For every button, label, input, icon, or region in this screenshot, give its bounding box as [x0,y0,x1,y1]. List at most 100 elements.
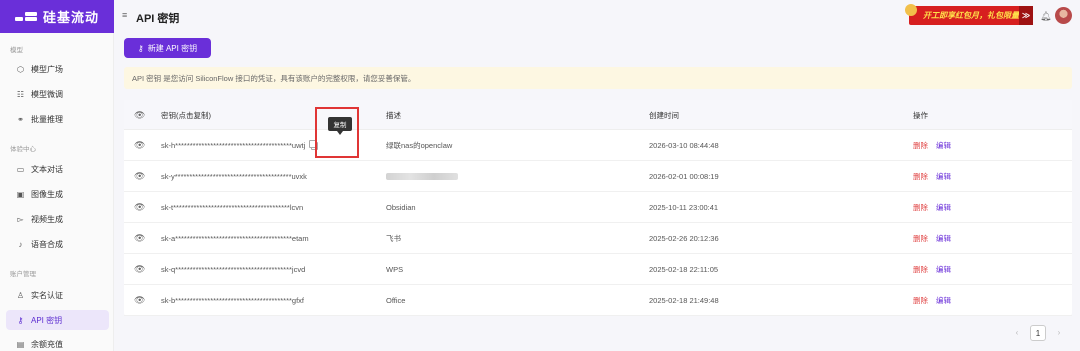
bell-icon[interactable]: 🔔︎ [1040,11,1051,22]
delete-button[interactable]: 删除 [913,171,928,182]
actions-cell: 删除 编辑 [913,130,951,161]
edit-button[interactable]: 编辑 [936,171,951,182]
desc-cell: Office [386,296,406,305]
sidebar-item-label: 图像生成 [31,189,63,199]
menu-toggle-icon[interactable]: ≡ [122,11,130,20]
promo-banner[interactable]: 开工即享红包月，礼包限量 ≫ [905,4,1033,25]
delete-button[interactable]: 删除 [913,140,928,151]
actions-cell: 删除 编辑 [913,192,951,223]
video-icon: ▻ [17,214,24,224]
wallet-icon: ▤ [16,339,25,349]
table-row: 👁︎ sk-y*********************************… [124,161,1072,192]
desc-cell: 绿联nas的openclaw [386,141,453,150]
column-key: 密钥(点击复制) [161,110,211,120]
eye-icon[interactable]: 👁︎ [134,192,145,223]
edit-button[interactable]: 编辑 [936,264,951,275]
created-cell: 2025-02-26 20:12:36 [649,234,719,243]
desc-cell: WPS [386,265,404,274]
brand-logo[interactable]: 硅基流动 [0,0,114,33]
eye-icon[interactable]: 👁︎ [134,130,145,161]
key-text[interactable]: sk-q************************************… [161,265,305,274]
eye-icon[interactable]: 👁︎ [134,161,145,192]
sidebar-item-batch[interactable]: ⚭ 批量推理 [6,109,109,129]
new-api-key-button[interactable]: ⚷ 新建 API 密钥 [124,38,211,58]
sidebar-item-text-chat[interactable]: ▭ 文本对话 [6,159,109,179]
key-cell[interactable]: sk-y************************************… [161,161,307,192]
created-cell: 2026-03-10 08:44:48 [649,141,719,150]
key-cell[interactable]: sk-h************************************… [161,130,319,161]
logo-mark-icon [14,11,37,22]
desc-cell: Obsidian [386,203,416,212]
sidebar-item-label: 批量推理 [31,114,63,124]
table-row: 👁︎ sk-q*********************************… [124,254,1072,285]
mascot-icon [905,4,917,16]
key-text[interactable]: sk-y************************************… [161,172,307,181]
sidebar-item-label: 模型微调 [31,89,63,99]
delete-button[interactable]: 删除 [913,202,928,213]
image-icon: ▣ [16,189,25,199]
eye-icon[interactable]: 👁︎ [134,223,145,254]
key-text[interactable]: sk-b************************************… [161,296,304,305]
key-cell[interactable]: sk-a************************************… [161,223,309,254]
key-text[interactable]: sk-t************************************… [161,203,303,212]
api-keys-table: 👁︎ 密钥(点击复制) 描述 创建时间 操作 👁︎ sk-h**********… [124,100,1072,316]
toggle-all-visibility-eye-icon[interactable]: 👁︎ [134,100,145,130]
edit-button[interactable]: 编辑 [936,140,951,151]
table-row: 👁︎ sk-t*********************************… [124,192,1072,223]
column-desc: 描述 [386,110,401,120]
sidebar-item-label: API 密钥 [31,315,63,325]
sidebar-item-recharge[interactable]: ▤ 余额充值 [6,334,109,351]
sidebar-item-video-gen[interactable]: ▻ 视频生成 [6,209,109,229]
sidebar-item-tts[interactable]: ♪ 语音合成 [6,234,109,254]
column-created: 创建时间 [649,110,679,120]
tune-icon: ☷ [16,89,25,99]
delete-button[interactable]: 删除 [913,264,928,275]
edit-button[interactable]: 编辑 [936,295,951,306]
page-title: API 密钥 [136,13,180,25]
key-icon: ⚷ [137,43,144,53]
desc-cell: 飞书 [386,234,401,243]
sidebar: 硅基流动 模型 ⬡ 模型广场 ☷ 模型微调 ⚭ 批量推理 体验中心 ▭ 文本对话… [0,0,114,351]
user-check-icon: ♙ [16,290,25,300]
promo-text: 开工即享红包月，礼包限量 [923,11,1019,20]
pagination-next[interactable]: › [1052,325,1066,339]
sidebar-item-image-gen[interactable]: ▣ 图像生成 [6,184,109,204]
table-header: 👁︎ 密钥(点击复制) 描述 创建时间 操作 [124,100,1072,130]
sidebar-item-fine-tune[interactable]: ☷ 模型微调 [6,84,109,104]
eye-icon[interactable]: 👁︎ [134,285,145,316]
pagination-prev[interactable]: ‹ [1010,325,1024,339]
sidebar-item-label: 视频生成 [31,214,63,224]
column-actions: 操作 [913,110,928,120]
sidebar-item-verify[interactable]: ♙ 实名认证 [6,285,109,305]
delete-button[interactable]: 删除 [913,233,928,244]
table-row: 👁︎ sk-a*********************************… [124,223,1072,254]
eye-icon[interactable]: 👁︎ [134,254,145,285]
sidebar-item-label: 语音合成 [31,239,63,249]
created-cell: 2025-02-18 21:49:48 [649,296,719,305]
new-api-key-label: 新建 API 密钥 [147,43,198,53]
sidebar-item-label: 文本对话 [31,164,63,174]
key-text[interactable]: sk-a************************************… [161,234,309,243]
key-cell[interactable]: sk-q************************************… [161,254,305,285]
key-icon: ⚷ [17,315,24,325]
sidebar-section-playground: 体验中心 [10,146,36,153]
actions-cell: 删除 编辑 [913,161,951,192]
notice-text: API 密钥 是您访问 SiliconFlow 接口的凭证，具有该账户的完整权限… [132,73,416,83]
pagination-current-page[interactable]: 1 [1030,325,1046,341]
edit-button[interactable]: 编辑 [936,202,951,213]
edit-button[interactable]: 编辑 [936,233,951,244]
link-icon: ⚭ [17,114,24,124]
avatar[interactable] [1055,7,1072,24]
sidebar-item-api-keys[interactable]: ⚷ API 密钥 [6,310,109,330]
desc-cell [386,161,458,192]
cube-icon: ⬡ [17,64,24,74]
created-cell: 2026-02-01 00:08:19 [649,172,719,181]
delete-button[interactable]: 删除 [913,295,928,306]
key-cell[interactable]: sk-t************************************… [161,192,303,223]
redacted-description [386,173,458,180]
sidebar-section-account: 账户管理 [10,271,36,278]
key-text[interactable]: sk-h************************************… [161,141,305,150]
chat-icon: ▭ [16,164,25,174]
key-cell[interactable]: sk-b************************************… [161,285,304,316]
sidebar-item-model-square[interactable]: ⬡ 模型广场 [6,59,109,79]
